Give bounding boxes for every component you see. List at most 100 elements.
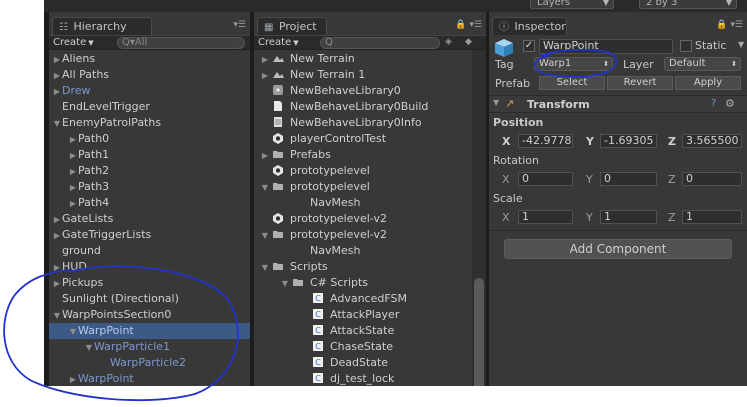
hierarchy-item[interactable]: ▶ WarpPoint (49, 371, 250, 386)
scale-z-input[interactable]: 1 (682, 210, 742, 224)
expand-down-icon[interactable]: ▼ (278, 276, 292, 292)
layers-dropdown[interactable]: Layers ▼ (530, 0, 614, 9)
expand-down-icon[interactable]: ▼ (52, 116, 62, 132)
hierarchy-item[interactable]: ▶ Pickups (49, 275, 250, 291)
expand-down-icon[interactable]: ▼ (258, 180, 272, 196)
hierarchy-item[interactable]: ▶ Path2 (49, 163, 250, 179)
hierarchy-item[interactable]: ▼ EnemyPatrolPaths (49, 115, 250, 131)
project-item[interactable]: ▼ C# Scripts (254, 275, 472, 291)
expand-right-icon[interactable]: ▶ (52, 212, 62, 228)
project-item[interactable]: NewBehaveLibrary0Build (254, 99, 472, 115)
prefab-revert-button[interactable]: Revert (607, 76, 673, 90)
position-y-input[interactable]: -1.69305 (600, 134, 657, 148)
hierarchy-item[interactable]: ▶ HUD (49, 259, 250, 275)
expand-right-icon[interactable]: ▶ (68, 132, 78, 148)
rotation-z-input[interactable]: 0 (682, 172, 742, 186)
hierarchy-item[interactable]: ▼ WarpPointsSection0 (49, 307, 250, 323)
tab-project[interactable]: ▦ Project (257, 17, 327, 35)
hierarchy-search-input[interactable]: Q▾All (117, 37, 245, 49)
scrollbar-thumb[interactable] (474, 278, 484, 386)
expand-right-icon[interactable]: ▶ (258, 68, 272, 84)
expand-right-icon[interactable]: ▶ (68, 148, 78, 164)
hierarchy-item[interactable]: ▶ Aliens (49, 51, 250, 67)
tab-inspector[interactable]: ⓘ Inspector (492, 17, 567, 35)
project-item[interactable]: ▼ prototypelevel-v2 (254, 227, 472, 243)
tab-hierarchy[interactable]: ☷ Hierarchy (52, 17, 152, 35)
expand-right-icon[interactable]: ▶ (52, 276, 62, 292)
project-item[interactable]: playerControlTest (254, 131, 472, 147)
layer-dropdown[interactable]: Default ⬍ (664, 57, 741, 71)
scale-y-input[interactable]: 1 (600, 210, 657, 224)
expand-right-icon[interactable]: ▶ (258, 52, 272, 68)
hierarchy-item[interactable]: EndLevelTrigger (49, 99, 250, 115)
expand-right-icon[interactable]: ▶ (52, 228, 62, 244)
position-x-input[interactable]: -42.9778 (518, 134, 573, 148)
expand-right-icon[interactable]: ▶ (68, 164, 78, 180)
expand-right-icon[interactable]: ▶ (258, 148, 272, 164)
expand-down-icon[interactable]: ▼ (258, 260, 272, 276)
project-item[interactable]: ▶ New Terrain (254, 51, 472, 67)
chevron-down-icon[interactable]: ▼ (738, 38, 744, 52)
expand-right-icon[interactable]: ▶ (52, 52, 62, 68)
hierarchy-item[interactable]: ▶ GateLists (49, 211, 250, 227)
project-item[interactable]: NavMesh (254, 195, 472, 211)
expand-down-icon[interactable]: ▼ (84, 340, 94, 356)
static-checkbox[interactable] (680, 40, 692, 52)
expand-down-icon[interactable]: ▼ (68, 324, 78, 340)
panel-lock-menu-icon[interactable]: 🔒 ▾☰ (716, 20, 743, 30)
expand-right-icon[interactable]: ▶ (68, 180, 78, 196)
transform-header[interactable]: ▼ ↗ Transform ? ⚙ (489, 95, 747, 113)
project-item[interactable]: prototypelevel-v2 (254, 211, 472, 227)
project-item[interactable]: C AttackPlayer (254, 307, 472, 323)
hierarchy-item[interactable]: ▶ Path1 (49, 147, 250, 163)
expand-right-icon[interactable]: ▶ (68, 196, 78, 212)
project-item[interactable]: NewBehaveLibrary0Info (254, 115, 472, 131)
hierarchy-item[interactable]: ▶ All Paths (49, 67, 250, 83)
active-checkbox[interactable]: ✓ (523, 40, 535, 52)
fold-arrow-icon[interactable]: ▼ (493, 98, 499, 107)
project-item[interactable]: NewBehaveLibrary0 (254, 83, 472, 99)
hierarchy-item[interactable]: ▶ Path3 (49, 179, 250, 195)
help-icon[interactable]: ? (711, 98, 716, 109)
project-item[interactable]: ▼ prototypelevel (254, 179, 472, 195)
project-item[interactable]: Cdj_test_lock (254, 371, 472, 386)
hierarchy-item[interactable]: ▶ Path0 (49, 131, 250, 147)
filter-by-type-icon[interactable]: ◈ (445, 37, 452, 47)
hierarchy-item[interactable]: WarpParticle2 (49, 355, 250, 371)
hierarchy-item[interactable]: ▶ Drew (49, 83, 250, 99)
expand-right-icon[interactable]: ▶ (52, 68, 62, 84)
tag-dropdown[interactable]: Warp1 ⬍ (534, 57, 613, 71)
expand-right-icon[interactable]: ▶ (52, 84, 62, 100)
rotation-x-input[interactable]: 0 (518, 172, 573, 186)
layout-dropdown[interactable]: 2 by 3 ▼ (639, 0, 737, 9)
panel-lock-menu-icon[interactable]: 🔒 ▾☰ (455, 20, 482, 30)
hierarchy-item[interactable]: ground (49, 243, 250, 259)
expand-right-icon[interactable]: ▶ (68, 372, 78, 386)
gear-icon[interactable]: ⚙ (725, 97, 735, 110)
project-item[interactable]: C ChaseState (254, 339, 472, 355)
expand-down-icon[interactable]: ▼ (52, 308, 62, 324)
project-item[interactable]: ▶ Prefabs (254, 147, 472, 163)
filter-by-label-icon[interactable]: ◆ (465, 37, 472, 47)
panel-menu-icon[interactable]: ▾☰ (233, 20, 246, 30)
add-component-button[interactable]: Add Component (504, 239, 732, 259)
project-search-input[interactable]: Q (320, 37, 440, 49)
project-item[interactable]: C DeadState (254, 355, 472, 371)
prefab-apply-button[interactable]: Apply (675, 76, 741, 90)
project-item[interactable]: ▶ New Terrain 1 (254, 67, 472, 83)
position-z-input[interactable]: 3.565500 (682, 134, 742, 148)
object-name-input[interactable]: WarpPoint (539, 39, 673, 54)
prefab-select-button[interactable]: Select (539, 76, 605, 90)
project-scrollbar[interactable] (472, 50, 486, 386)
project-item[interactable]: ▼ Scripts (254, 259, 472, 275)
hierarchy-item[interactable]: ▶ Path4 (49, 195, 250, 211)
expand-down-icon[interactable]: ▼ (258, 228, 272, 244)
project-item[interactable]: C AdvancedFSM (254, 291, 472, 307)
rotation-y-input[interactable]: 0 (600, 172, 657, 186)
hierarchy-item[interactable]: Sunlight (Directional) (49, 291, 250, 307)
hierarchy-create-button[interactable]: Create ▼ (53, 37, 94, 49)
project-item[interactable]: C AttackState (254, 323, 472, 339)
project-item[interactable]: prototypelevel (254, 163, 472, 179)
expand-right-icon[interactable]: ▶ (52, 260, 62, 276)
scale-x-input[interactable]: 1 (518, 210, 573, 224)
